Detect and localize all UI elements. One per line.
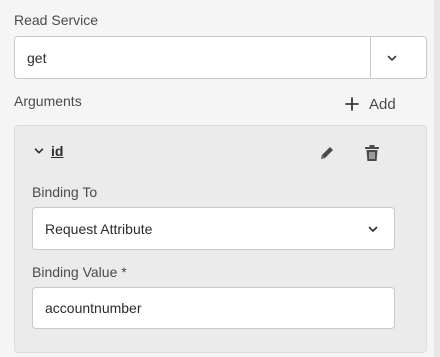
- binding-value-label: Binding Value *: [32, 264, 127, 280]
- binding-to-label: Binding To: [32, 184, 98, 200]
- binding-to-select[interactable]: Request Attribute: [32, 207, 395, 250]
- edit-argument-button[interactable]: [315, 141, 339, 165]
- argument-id-toggle[interactable]: id: [33, 141, 63, 161]
- add-argument-button[interactable]: Add: [344, 93, 396, 115]
- read-service-select[interactable]: get: [14, 36, 427, 79]
- trash-icon: [365, 145, 379, 161]
- pencil-icon: [321, 147, 333, 159]
- read-service-label: Read Service: [14, 12, 99, 28]
- chevron-down-icon[interactable]: [385, 51, 399, 65]
- arguments-label: Arguments: [14, 93, 82, 109]
- argument-name: id: [51, 143, 64, 159]
- select-divider: [370, 37, 371, 78]
- binding-value-input[interactable]: [32, 287, 395, 329]
- chevron-down-icon: [34, 148, 44, 154]
- read-service-value: get: [27, 49, 47, 66]
- delete-argument-button[interactable]: [360, 141, 384, 165]
- add-button-label: Add: [369, 95, 396, 113]
- chevron-down-icon: [368, 226, 378, 232]
- binding-to-value: Request Attribute: [45, 220, 153, 237]
- scrollbar[interactable]: [434, 0, 440, 357]
- plus-icon: [345, 97, 359, 111]
